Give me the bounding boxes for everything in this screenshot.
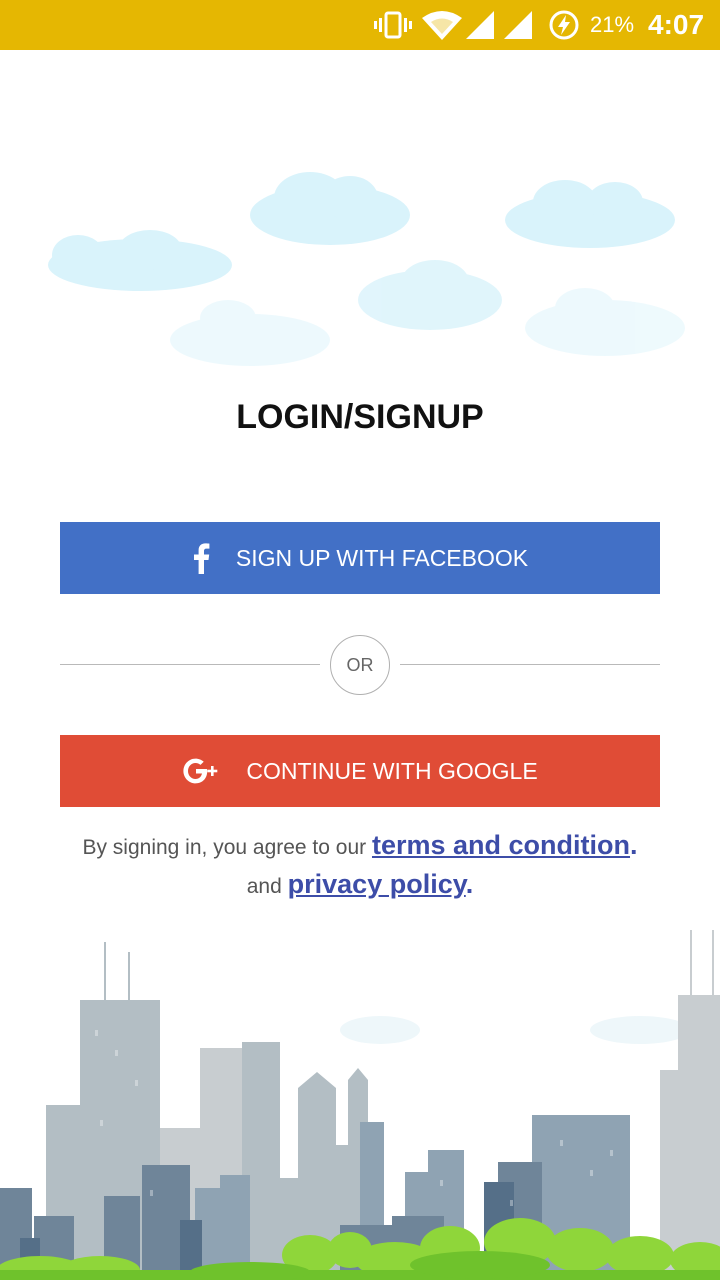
- google-continue-button[interactable]: CONTINUE WITH GOOGLE: [60, 735, 660, 807]
- page-title: LOGIN/SIGNUP: [236, 398, 484, 436]
- signal-icon: [466, 0, 494, 50]
- terms-suffix: .: [630, 830, 638, 860]
- divider-line-left: [60, 664, 320, 665]
- facebook-icon: [192, 542, 210, 574]
- facebook-button-label: SIGN UP WITH FACEBOOK: [235, 544, 529, 571]
- privacy-link[interactable]: privacy policy: [288, 869, 466, 899]
- city-skyline-illustration: [0, 930, 720, 1280]
- google-plus-icon: [182, 756, 220, 786]
- wifi-icon: [422, 0, 462, 50]
- cloud: [505, 180, 675, 248]
- cloud: [250, 172, 410, 245]
- legal-text-line-2: and privacy policy.: [0, 869, 720, 900]
- status-bar: 21% 4:07: [0, 0, 720, 50]
- cloud: [358, 260, 502, 330]
- legal-text-line-1: By signing in, you agree to our terms an…: [0, 830, 720, 861]
- battery-percent: 21%: [590, 12, 635, 37]
- vibrate-icon: [374, 0, 412, 50]
- terms-link[interactable]: terms and condition: [372, 830, 630, 860]
- or-divider: OR: [330, 635, 390, 695]
- google-button-label: CONTINUE WITH GOOGLE: [246, 757, 538, 784]
- clouds-illustration: [48, 172, 685, 366]
- or-label: OR: [346, 654, 374, 675]
- cloud: [170, 300, 330, 366]
- cloud: [525, 288, 685, 356]
- cloud: [48, 230, 232, 291]
- clock: 4:07: [648, 9, 705, 40]
- facebook-signup-button[interactable]: SIGN UP WITH FACEBOOK: [60, 522, 660, 594]
- legal-prefix: By signing in, you agree to our: [82, 836, 367, 859]
- signal-icon: [504, 0, 532, 50]
- privacy-suffix: .: [465, 869, 474, 899]
- battery-saver-icon: [548, 0, 580, 50]
- divider-line-right: [400, 664, 660, 665]
- legal-and: and: [246, 875, 282, 898]
